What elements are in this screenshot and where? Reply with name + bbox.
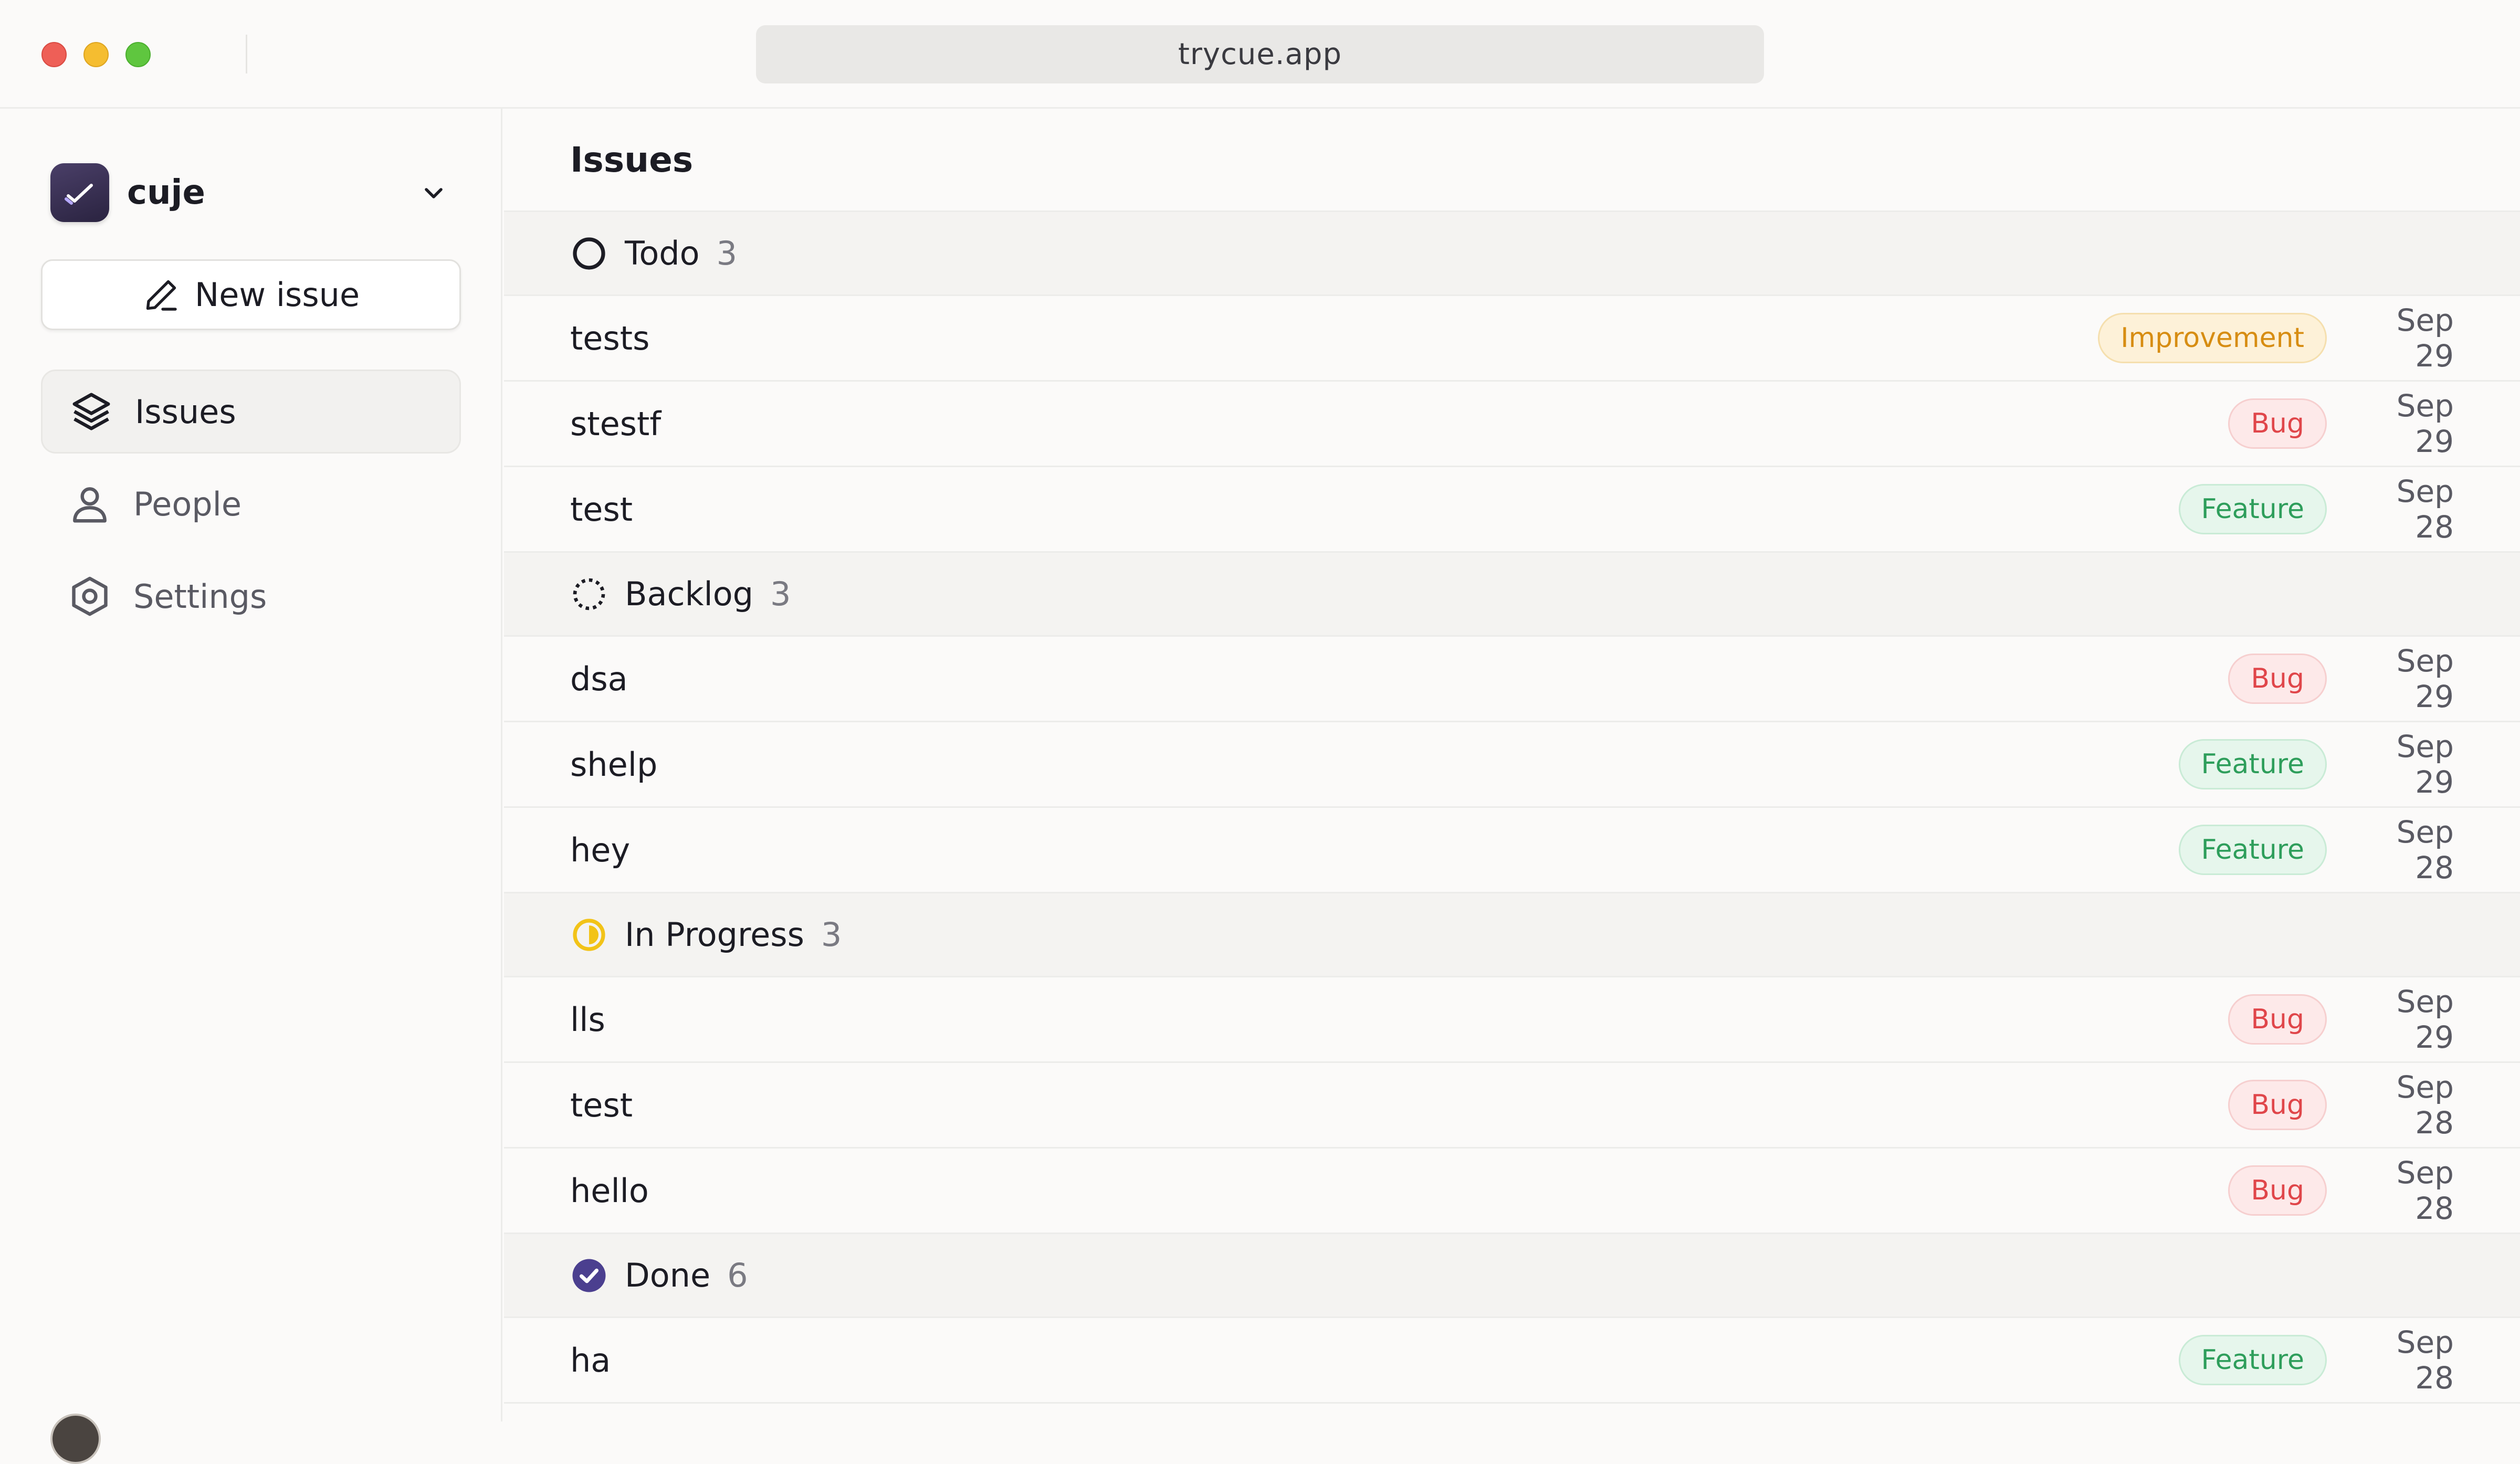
issue-date: Sep 29 [2396, 984, 2454, 1055]
url-text: trycue.app [1178, 37, 1342, 71]
sidebar-item-settings[interactable]: Settings [41, 554, 461, 638]
group-name: Todo [625, 234, 700, 272]
issue-row[interactable]: stestf Bug Sep 29 [504, 382, 2520, 467]
main-content: Issues Todo 3 tests Improvement Sep 29 s… [504, 109, 2520, 1421]
issue-row[interactable]: dsa Bug Sep 29 [504, 637, 2520, 722]
workspace-name: cuje [127, 173, 205, 212]
chevron-down-icon[interactable] [418, 177, 449, 208]
issue-title: test [570, 490, 633, 529]
sidebar-item-label: People [133, 485, 242, 523]
sidebar: cuje New issue Issues People Settings [0, 109, 502, 1464]
close-window-button[interactable] [41, 42, 67, 67]
issue-date: Sep 29 [2396, 643, 2454, 714]
issue-label-badge: Feature [2178, 825, 2327, 875]
issue-label-badge: Bug [2228, 1080, 2327, 1130]
sidebar-item-label: Settings [133, 577, 267, 616]
issue-date: Sep 28 [2396, 1069, 2454, 1141]
person-icon [73, 487, 107, 523]
titlebar-divider [246, 35, 247, 73]
sidebar-item-label: Issues [135, 392, 236, 431]
pencil-icon [146, 280, 177, 311]
issue-title: stestf [570, 404, 662, 443]
issue-row[interactable]: test Bug Sep 28 [504, 1063, 2520, 1149]
issue-row[interactable]: tests Improvement Sep 29 [504, 296, 2520, 382]
issue-label-badge: Bug [2228, 994, 2327, 1045]
issue-label-badge: Bug [2228, 1165, 2327, 1216]
maximize-window-button[interactable] [125, 42, 151, 67]
issue-title: shelp [570, 745, 658, 784]
group-count: 3 [821, 915, 842, 954]
group-name: Backlog [625, 575, 754, 613]
issue-title: test [570, 1086, 633, 1124]
group-header-done[interactable]: Done 6 [504, 1234, 2520, 1318]
issue-date: Sep 28 [2396, 1155, 2454, 1226]
issue-title: hey [570, 830, 631, 869]
group-header-todo[interactable]: Todo 3 [504, 212, 2520, 296]
issue-row[interactable]: shelp Feature Sep 29 [504, 722, 2520, 808]
issue-label-badge: Feature [2178, 1335, 2327, 1385]
group-count: 3 [716, 234, 738, 272]
gear-icon [72, 576, 108, 616]
issue-date: Sep 29 [2396, 388, 2454, 459]
issue-label-badge: Feature [2178, 484, 2327, 534]
issue-row[interactable]: ha Feature Sep 28 [504, 1318, 2520, 1404]
group-header-in-progress[interactable]: In Progress 3 [504, 893, 2520, 977]
sidebar-item-issues[interactable]: Issues [41, 370, 461, 454]
workspace-logo-icon [50, 163, 109, 222]
group-count: 3 [770, 575, 791, 613]
issue-row[interactable]: hey Feature Sep 28 [504, 808, 2520, 893]
issue-label-badge: Bug [2228, 654, 2327, 704]
new-issue-label: New issue [194, 276, 360, 314]
issue-title: hello [570, 1171, 649, 1210]
issue-label-badge: Bug [2228, 398, 2327, 449]
backlog-dashed-circle-icon [570, 575, 608, 613]
sidebar-item-people[interactable]: People [41, 462, 461, 546]
issue-title: lls [570, 1000, 605, 1039]
group-name: In Progress [625, 915, 804, 954]
layers-icon [72, 393, 110, 430]
url-bar[interactable]: trycue.app [756, 25, 1764, 83]
issue-date: Sep 28 [2396, 473, 2454, 545]
todo-circle-icon [570, 235, 608, 272]
issue-row[interactable]: lls Bug Sep 29 [504, 977, 2520, 1063]
minimize-window-button[interactable] [83, 42, 109, 67]
avatar[interactable] [50, 1414, 101, 1464]
issue-title: dsa [570, 659, 628, 698]
issue-date: Sep 29 [2396, 729, 2454, 800]
group-header-backlog[interactable]: Backlog 3 [504, 553, 2520, 637]
issue-row[interactable]: test Feature Sep 28 [504, 467, 2520, 553]
window-titlebar: trycue.app [0, 0, 2520, 109]
issue-date: Sep 28 [2396, 814, 2454, 886]
issue-title: ha [570, 1341, 611, 1379]
group-name: Done [625, 1256, 711, 1294]
new-issue-button[interactable]: New issue [41, 259, 461, 330]
issue-date: Sep 28 [2396, 1324, 2454, 1396]
done-check-circle-icon [570, 1257, 608, 1294]
workspace-switcher[interactable]: cuje [50, 163, 449, 222]
issue-date: Sep 29 [2396, 302, 2454, 374]
group-count: 6 [727, 1256, 748, 1294]
issue-label-badge: Feature [2178, 739, 2327, 789]
sidebar-nav: Issues People Settings [41, 370, 461, 647]
issue-label-badge: Improvement [2098, 313, 2327, 363]
issue-title: tests [570, 319, 650, 357]
in-progress-half-circle-icon [570, 916, 608, 954]
page-title: Issues [504, 109, 2520, 212]
issue-row[interactable]: hello Bug Sep 28 [504, 1149, 2520, 1234]
